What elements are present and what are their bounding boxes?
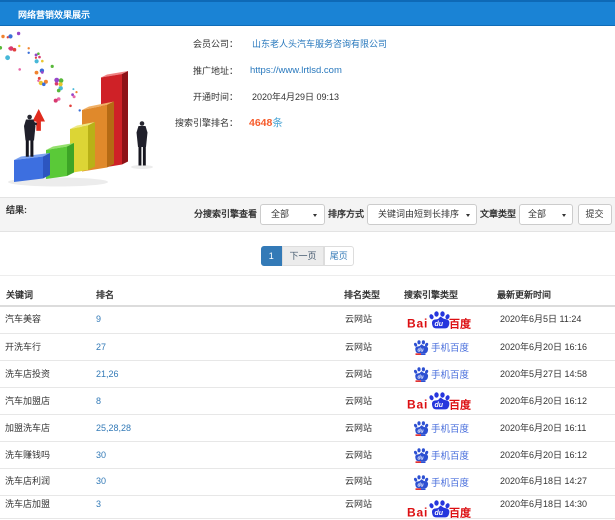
svg-text:Bai: Bai: [407, 398, 428, 412]
svg-text:du: du: [418, 375, 424, 381]
svg-text:du: du: [418, 483, 424, 489]
svg-text:百度: 百度: [449, 505, 472, 519]
svg-text:百度: 百度: [449, 317, 472, 331]
svg-text:du: du: [418, 347, 424, 353]
svg-text:手机百度: 手机百度: [431, 450, 470, 462]
svg-text:手机百度: 手机百度: [431, 369, 470, 381]
svg-text:du: du: [435, 402, 444, 409]
svg-text:du: du: [435, 321, 444, 328]
svg-text:du: du: [435, 510, 444, 517]
svg-text:du: du: [418, 456, 424, 462]
svg-text:百度: 百度: [449, 398, 472, 412]
svg-text:Bai: Bai: [407, 505, 428, 519]
svg-text:Bai: Bai: [407, 317, 428, 331]
svg-text:du: du: [418, 429, 424, 435]
svg-text:手机百度: 手机百度: [431, 477, 470, 489]
svg-text:手机百度: 手机百度: [431, 342, 470, 354]
svg-text:手机百度: 手机百度: [431, 423, 470, 435]
